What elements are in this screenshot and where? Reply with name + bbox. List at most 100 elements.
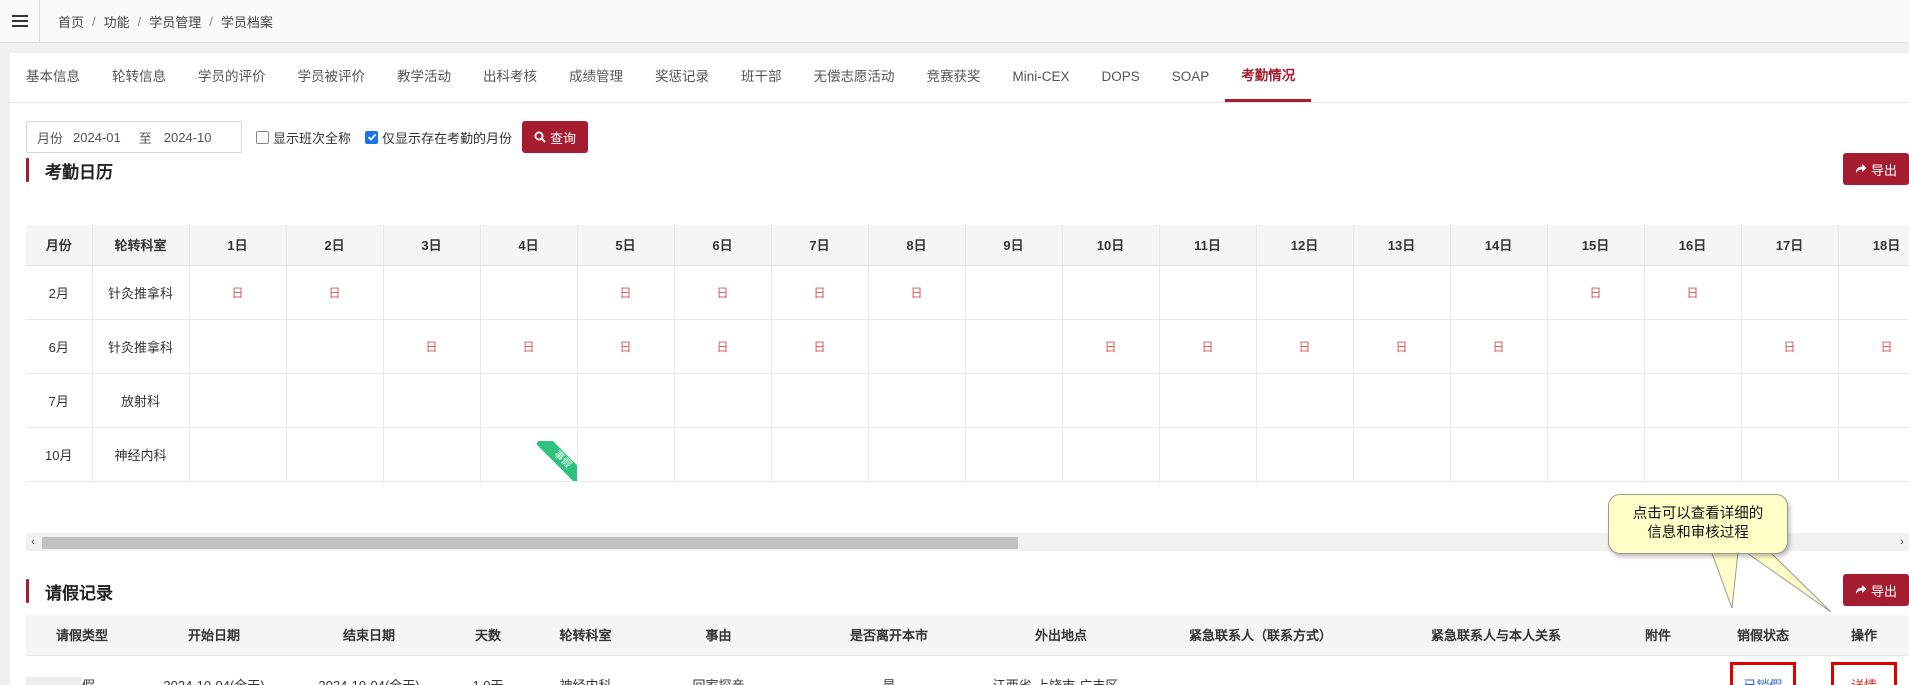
calendar-day-cell[interactable] — [1159, 265, 1257, 320]
calendar-day-cell[interactable] — [1547, 427, 1645, 482]
calendar-day-cell[interactable] — [286, 319, 384, 374]
scroll-right-icon[interactable]: › — [1895, 533, 1909, 551]
calendar-day-cell[interactable] — [868, 319, 966, 374]
tab-teaching-activities[interactable]: 教学活动 — [381, 53, 467, 102]
calendar-day-cell[interactable]: 日 — [868, 265, 966, 320]
calendar-day-cell[interactable] — [383, 427, 481, 482]
calendar-day-cell[interactable] — [1741, 265, 1839, 320]
tab-dops[interactable]: DOPS — [1086, 53, 1156, 102]
calendar-day-cell[interactable] — [1450, 373, 1548, 428]
calendar-day-cell[interactable]: 日 — [189, 265, 287, 320]
calendar-day-cell[interactable] — [1062, 427, 1160, 482]
calendar-export-button[interactable]: 导出 — [1842, 153, 1909, 185]
calendar-day-cell[interactable] — [1838, 427, 1909, 482]
breadcrumb-student-management[interactable]: 学员管理 — [149, 12, 201, 31]
calendar-day-cell[interactable] — [189, 427, 287, 482]
calendar-day-cell[interactable] — [1741, 427, 1839, 482]
calendar-day-cell[interactable] — [1838, 373, 1909, 428]
month-from-value[interactable]: 2024-01 — [73, 130, 121, 145]
tab-soap[interactable]: SOAP — [1156, 53, 1226, 102]
checkbox-checked-icon[interactable] — [365, 130, 379, 144]
calendar-day-cell[interactable]: 日 — [1838, 319, 1909, 374]
tab-attendance[interactable]: 考勤情况 — [1225, 53, 1312, 102]
calendar-day-cell[interactable] — [1353, 265, 1451, 320]
calendar-day-cell[interactable]: 日 — [771, 319, 869, 374]
month-range-picker[interactable]: 月份 2024-01 至 2024-10 — [26, 121, 242, 153]
calendar-day-cell[interactable] — [577, 373, 675, 428]
calendar-day-cell[interactable] — [1644, 373, 1742, 428]
calendar-day-cell[interactable]: 日 — [1256, 319, 1354, 374]
calendar-day-cell[interactable] — [1062, 265, 1160, 320]
calendar-day-cell[interactable] — [868, 373, 966, 428]
calendar-day-cell[interactable]: 日 — [1159, 319, 1257, 374]
checkbox-unchecked-icon[interactable] — [256, 130, 269, 144]
tab-basic-info[interactable]: 基本信息 — [10, 53, 96, 102]
calendar-day-cell[interactable] — [771, 373, 869, 428]
calendar-day-cell[interactable] — [480, 265, 578, 320]
calendar-day-cell[interactable] — [1062, 373, 1160, 428]
calendar-day-cell[interactable] — [1450, 427, 1548, 482]
calendar-day-cell[interactable] — [1353, 427, 1451, 482]
calendar-day-cell[interactable]: 日 — [577, 265, 675, 320]
only-attendance-checkbox[interactable]: 仅显示存在考勤的月份 — [365, 128, 512, 147]
hamburger-menu-icon[interactable] — [0, 0, 40, 42]
calendar-day-cell[interactable] — [383, 373, 481, 428]
calendar-day-cell[interactable]: 日 — [674, 319, 772, 374]
calendar-day-cell[interactable] — [771, 427, 869, 482]
calendar-day-cell[interactable] — [577, 427, 675, 482]
tab-volunteer-activities[interactable]: 无偿志愿活动 — [798, 53, 911, 102]
calendar-day-cell[interactable]: 日 — [1353, 319, 1451, 374]
calendar-day-cell[interactable] — [1159, 373, 1257, 428]
calendar-day-cell[interactable] — [1741, 373, 1839, 428]
tab-student-evaluations[interactable]: 学员的评价 — [182, 53, 282, 102]
scrollbar-thumb[interactable] — [42, 537, 1018, 549]
tab-grade-management[interactable]: 成绩管理 — [553, 53, 639, 102]
tab-department-exam[interactable]: 出科考核 — [467, 53, 553, 102]
calendar-day-cell[interactable]: 日 — [1644, 265, 1742, 320]
calendar-day-cell[interactable] — [189, 319, 287, 374]
calendar-day-cell[interactable] — [1159, 427, 1257, 482]
calendar-day-cell[interactable]: 日 — [771, 265, 869, 320]
calendar-day-cell[interactable]: 日 — [480, 319, 578, 374]
breadcrumb-function[interactable]: 功能 — [104, 12, 130, 31]
calendar-day-cell[interactable]: 日 — [1547, 265, 1645, 320]
calendar-day-cell[interactable] — [1547, 319, 1645, 374]
tab-student-evaluated[interactable]: 学员被评价 — [282, 53, 382, 102]
leave-status-link[interactable]: 已销假 — [1743, 675, 1782, 685]
calendar-day-cell[interactable] — [965, 427, 1063, 482]
calendar-day-cell[interactable]: 日 — [383, 319, 481, 374]
calendar-day-cell[interactable] — [286, 427, 384, 482]
query-button[interactable]: 查询 — [522, 121, 589, 153]
calendar-day-cell[interactable]: 日 — [1450, 319, 1548, 374]
calendar-day-cell[interactable] — [965, 319, 1063, 374]
calendar-day-cell[interactable]: 日 — [674, 265, 772, 320]
calendar-day-cell[interactable] — [1450, 265, 1548, 320]
leave-ribbon-badge[interactable]: 事假 — [536, 440, 577, 481]
tab-class-cadre[interactable]: 班干部 — [725, 53, 798, 102]
calendar-day-cell[interactable] — [868, 427, 966, 482]
calendar-day-cell[interactable] — [1838, 265, 1909, 320]
calendar-day-cell[interactable] — [674, 427, 772, 482]
show-full-class-checkbox[interactable]: 显示班次全称 — [256, 128, 351, 147]
calendar-day-cell[interactable] — [965, 265, 1063, 320]
calendar-day-cell[interactable] — [480, 373, 578, 428]
calendar-day-cell[interactable] — [286, 373, 384, 428]
calendar-day-cell[interactable] — [1256, 265, 1354, 320]
pagination-stub[interactable] — [26, 677, 82, 685]
tab-rewards-penalties[interactable]: 奖惩记录 — [639, 53, 725, 102]
calendar-day-cell[interactable]: 日 — [286, 265, 384, 320]
calendar-day-cell[interactable] — [1256, 427, 1354, 482]
scroll-left-icon[interactable]: ‹ — [26, 533, 40, 551]
tab-rotation-info[interactable]: 轮转信息 — [96, 53, 182, 102]
calendar-day-cell[interactable] — [189, 373, 287, 428]
calendar-day-cell[interactable]: 日 — [1741, 319, 1839, 374]
calendar-day-cell[interactable]: 事假 — [480, 427, 578, 482]
calendar-day-cell[interactable] — [674, 373, 772, 428]
calendar-day-cell[interactable] — [383, 265, 481, 320]
calendar-day-cell[interactable] — [965, 373, 1063, 428]
details-link[interactable]: 详情 — [1851, 675, 1877, 685]
breadcrumb-home[interactable]: 首页 — [58, 12, 84, 31]
calendar-day-cell[interactable] — [1256, 373, 1354, 428]
calendar-day-cell[interactable] — [1547, 373, 1645, 428]
tab-mini-cex[interactable]: Mini-CEX — [997, 53, 1086, 102]
